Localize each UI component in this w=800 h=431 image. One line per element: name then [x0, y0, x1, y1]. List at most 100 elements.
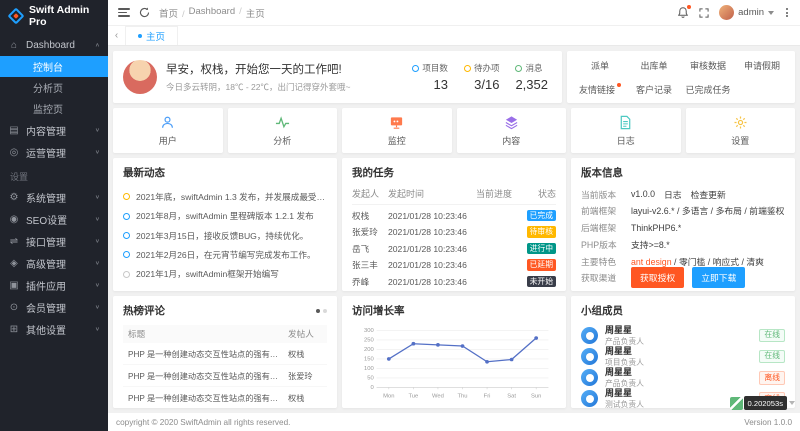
collapse-sidebar-icon[interactable]	[118, 8, 130, 16]
comment-row[interactable]: PHP 是一种创建动态交互性站点的强有力的服务器端脚本语言 张爱玲	[123, 365, 327, 387]
sidebar-group-members[interactable]: ⊙ 会员管理 ∨	[0, 296, 108, 318]
svg-text:150: 150	[364, 357, 374, 363]
greeting-card: 早安，权栈，开始您一天的工作吧! 今日多云转阴，18℃ - 22℃，出门记得穿外…	[113, 51, 562, 103]
quick-link-customers[interactable]: 客户记录	[627, 83, 681, 96]
get-license-button[interactable]: 获取授权	[631, 267, 684, 288]
task-row[interactable]: 张三丰 2021/01/28 10:23:46 已延期	[352, 259, 556, 271]
quick-link-donetasks[interactable]: 已完成任务	[681, 83, 735, 96]
shortcut-label: 用户	[159, 134, 177, 147]
check-update-link[interactable]: 检查更新	[691, 188, 726, 201]
sidebar-group-operation[interactable]: ◎ 运营管理 ∨	[0, 141, 108, 163]
fullscreen-icon[interactable]	[699, 8, 709, 18]
team-member-row[interactable]: 周星星产品负责人 在线	[581, 325, 785, 346]
breadcrumb-home[interactable]: 首页	[159, 6, 185, 20]
quick-link-dispatch[interactable]: 派单	[573, 59, 627, 72]
sidebar-group-content[interactable]: ▤ 内容管理 ∨	[0, 119, 108, 141]
app-root: Swift Admin Pro ⌂ Dashboard ∧ 控制台 分析页 监控…	[0, 0, 800, 431]
speed-leaf-icon	[730, 397, 743, 410]
task-name: 岳飞	[352, 243, 388, 255]
shortcut-label: 日志	[617, 134, 635, 147]
shortcut-users[interactable]: 用户	[113, 108, 223, 153]
quick-link-leave[interactable]: 申请假期	[735, 59, 789, 72]
sidebar-group-seo[interactable]: ◉ SEO设置 ∨	[0, 208, 108, 230]
breadcrumb-dashboard[interactable]: Dashboard	[189, 6, 242, 20]
sidebar-item-console[interactable]: 控制台	[0, 56, 108, 77]
sidebar-group-plugins[interactable]: ▣ 插件应用 ∨	[0, 274, 108, 296]
messages-dot-icon	[515, 65, 522, 72]
username: admin	[738, 7, 764, 18]
task-row[interactable]: 张爱玲 2021/01/28 10:23:46 待审核	[352, 226, 556, 238]
stat-value: 3/16	[464, 77, 500, 92]
chevron-down-icon: ∨	[95, 238, 100, 244]
performance-badge[interactable]: 0.202053s	[730, 396, 795, 410]
sidebar-group-label: 运营管理	[26, 145, 89, 160]
changelog-link[interactable]: 日志	[664, 188, 682, 201]
chevron-down-icon: ∨	[95, 326, 100, 332]
shortcut-logs[interactable]: 日志	[571, 108, 681, 153]
pulse-icon	[275, 114, 290, 130]
sidebar-group-label: Dashboard	[26, 40, 89, 51]
task-time: 2021/01/28 10:23:46	[388, 260, 476, 270]
news-item[interactable]: 2021年3月15日，接收反馈BUG，持续优化。	[123, 226, 327, 245]
comment-author: 权栈	[288, 392, 322, 404]
shortcut-monitor[interactable]: 监控	[342, 108, 452, 153]
comment-row[interactable]: PHP 是一种创建动态交互性站点的强有力的服务器端脚本语言 权栈	[123, 387, 327, 408]
logo-diamond-icon	[9, 9, 23, 23]
app-title: Swift Admin Pro	[29, 4, 99, 28]
news-item[interactable]: 2021年2月26日，在元宵节编写完成发布工作。	[123, 245, 327, 264]
stat-label: 消息	[525, 62, 542, 74]
team-member-row[interactable]: 周星星产品负责人 离线	[581, 367, 785, 388]
news-text: 2021年3月15日，接收反馈BUG，持续优化。	[136, 230, 308, 242]
tabs-scroll-left-icon[interactable]: ‹	[108, 26, 126, 45]
sidebar-group-label: 接口管理	[26, 234, 89, 249]
quick-link-review[interactable]: 审核数据	[681, 59, 735, 72]
news-item[interactable]: 2021年1月，swiftAdmin框架开始编写	[123, 265, 327, 284]
comment-row[interactable]: PHP 是一种创建动态交互性站点的强有力的服务器端脚本语言 权栈	[123, 343, 327, 365]
shortcut-label: 分析	[273, 134, 291, 147]
shortcut-content[interactable]: 内容	[457, 108, 567, 153]
sidebar-group-label: 插件应用	[26, 278, 89, 293]
user-menu[interactable]: admin	[719, 5, 774, 20]
news-text: 2021年2月26日，在元宵节编写完成发布工作。	[136, 249, 316, 261]
refresh-icon[interactable]	[139, 7, 150, 18]
online-status-badge: 离线	[759, 371, 785, 385]
svg-text:0: 0	[370, 385, 373, 391]
sidebar-group-other[interactable]: ⊞ 其他设置 ∨	[0, 318, 108, 340]
carousel-dots[interactable]	[316, 309, 327, 313]
task-row[interactable]: 乔峰 2021/01/28 10:23:46 未开始	[352, 276, 556, 288]
news-card: 最新动态 2021年底，swiftAdmin 1.3 发布，并发展成最受欢迎的极…	[113, 158, 337, 291]
sidebar-item-analysis[interactable]: 分析页	[0, 77, 108, 98]
notification-bell-icon[interactable]	[677, 6, 689, 19]
col-header: 状态	[522, 187, 556, 200]
sidebar-group-system[interactable]: ⚙ 系统管理 ∨	[0, 186, 108, 208]
download-button[interactable]: 立即下载	[692, 267, 745, 288]
stat-value: 13	[412, 77, 448, 92]
task-row[interactable]: 权栈 2021/01/28 10:23:46 已完成	[352, 210, 556, 222]
app-logo[interactable]: Swift Admin Pro	[0, 0, 108, 32]
news-item[interactable]: 2021年底，swiftAdmin 1.3 发布，并发展成最受欢迎的极速开发框架…	[123, 187, 327, 206]
shortcut-settings[interactable]: 设置	[686, 108, 796, 153]
sidebar-group-label: SEO设置	[26, 212, 89, 227]
shortcut-analysis[interactable]: 分析	[228, 108, 338, 153]
member-role: 测试负责人	[605, 400, 644, 408]
news-item[interactable]: 2021年8月，swiftAdmin 里程碑版本 1.2.1 发布	[123, 206, 327, 225]
chevron-down-icon: ∨	[95, 282, 100, 288]
comment-title: PHP 是一种创建动态交互性站点的强有力的服务器端脚本语言	[128, 370, 288, 382]
quick-link-outbound[interactable]: 出库单	[627, 59, 681, 72]
task-row[interactable]: 岳飞 2021/01/28 10:23:46 进行中	[352, 243, 556, 255]
tab-home[interactable]: 主页	[126, 26, 178, 45]
row-label: 获取渠道	[581, 271, 631, 284]
sidebar-item-monitor[interactable]: 监控页	[0, 98, 108, 119]
api-icon: ⇌	[8, 236, 20, 247]
frontend-value: layui-v2.6.* / 多语言 / 多布局 / 前端鉴权	[631, 204, 784, 217]
more-options-icon[interactable]	[784, 8, 790, 17]
tabbar: ‹ 主页	[108, 26, 800, 46]
operation-icon: ◎	[8, 147, 20, 158]
sidebar-group-dashboard[interactable]: ⌂ Dashboard ∧	[0, 34, 108, 56]
quick-link-friendlinks[interactable]: 友情链接	[573, 83, 627, 96]
sidebar-group-advanced[interactable]: ◈ 高级管理 ∨	[0, 252, 108, 274]
team-member-row[interactable]: 周星星项目负责人 在线	[581, 346, 785, 367]
tab-label: 主页	[146, 29, 165, 43]
sidebar-group-label: 系统管理	[26, 190, 89, 205]
sidebar-group-api[interactable]: ⇌ 接口管理 ∨	[0, 230, 108, 252]
